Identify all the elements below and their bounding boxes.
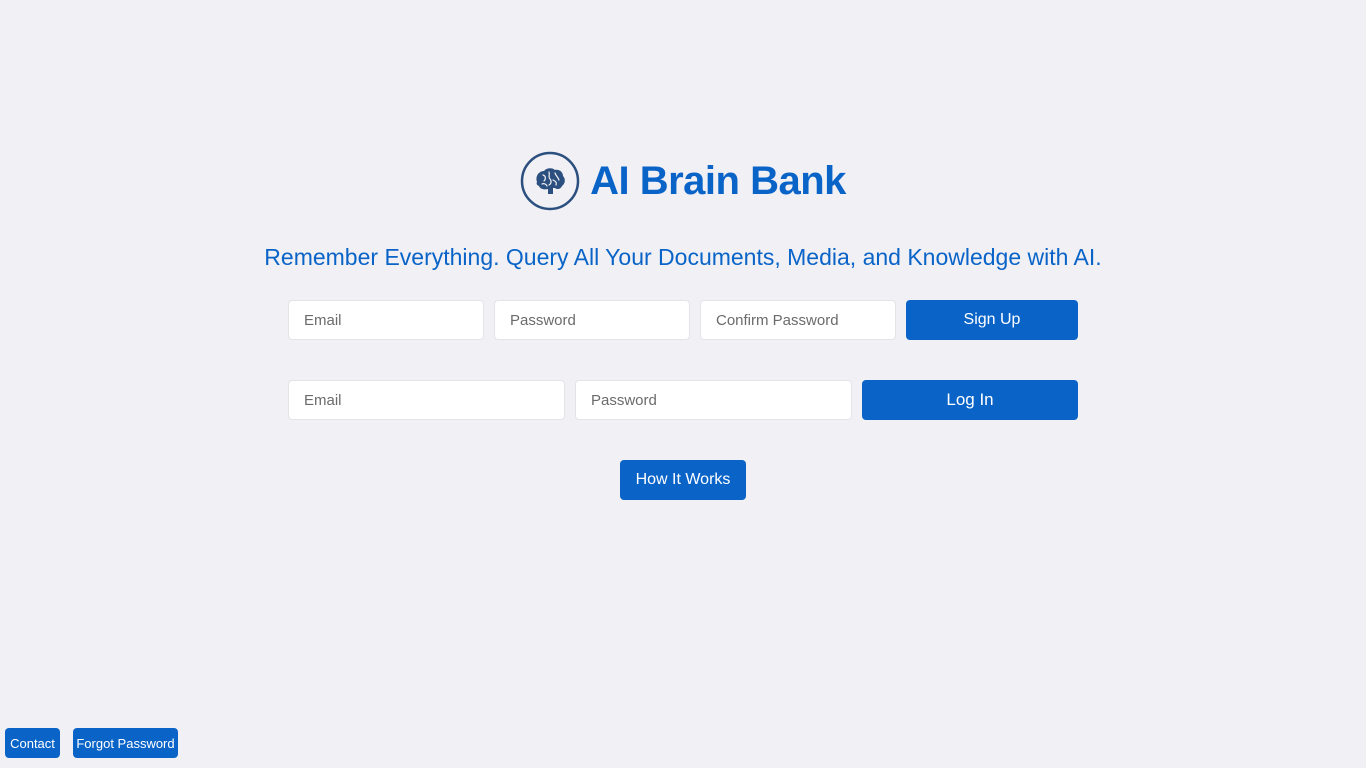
landing-page: AI Brain Bank Remember Everything. Query… <box>0 0 1366 768</box>
login-email-input[interactable] <box>288 380 565 420</box>
app-title: AI Brain Bank <box>590 159 846 203</box>
signup-form: Sign Up <box>288 300 1078 340</box>
forgot-password-button[interactable]: Forgot Password <box>73 728 178 758</box>
signup-email-input[interactable] <box>288 300 484 340</box>
signup-password-input[interactable] <box>494 300 690 340</box>
signup-confirm-password-input[interactable] <box>700 300 896 340</box>
login-form: Log In <box>288 380 1078 420</box>
how-it-works-button[interactable]: How It Works <box>620 460 746 500</box>
tagline: Remember Everything. Query All Your Docu… <box>264 244 1102 270</box>
contact-button[interactable]: Contact <box>5 728 60 758</box>
login-password-input[interactable] <box>575 380 852 420</box>
brain-icon <box>520 151 580 211</box>
sign-up-button[interactable]: Sign Up <box>906 300 1078 340</box>
brand-header: AI Brain Bank <box>0 151 1366 211</box>
log-in-button[interactable]: Log In <box>862 380 1078 420</box>
